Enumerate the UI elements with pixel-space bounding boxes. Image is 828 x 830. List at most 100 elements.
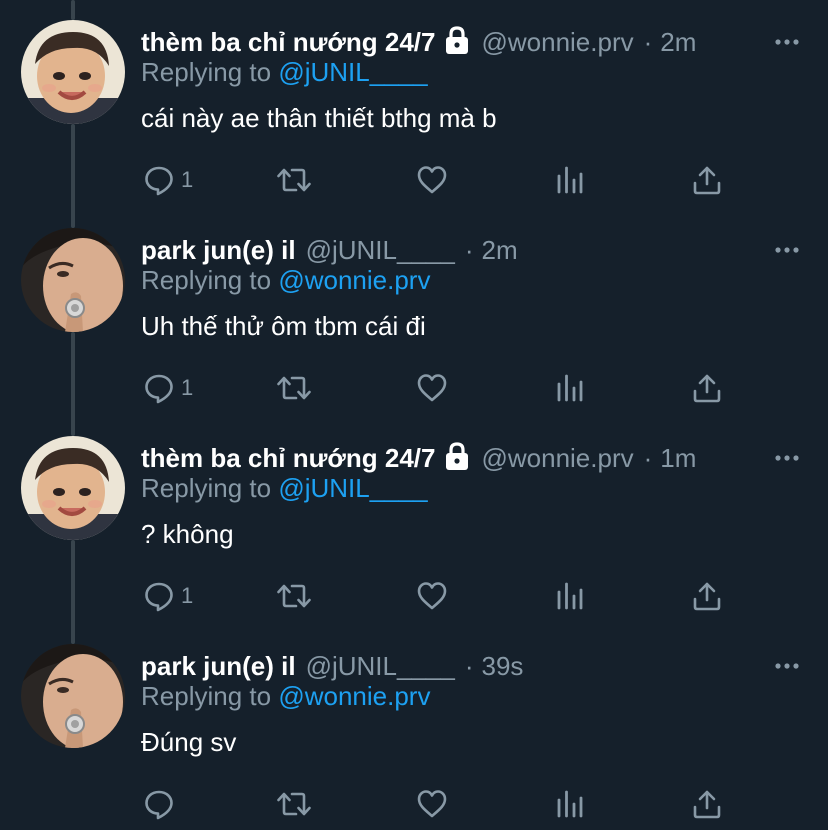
replying-to-line: Replying to @wonnie.prv (141, 681, 430, 712)
tweet-header: thèm ba chỉ nướng 24/7 @wonnie.prv · 2m (141, 22, 696, 62)
lock-icon (443, 441, 471, 471)
retweet-button[interactable] (276, 574, 312, 618)
more-options-icon[interactable] (774, 450, 800, 461)
analytics-button[interactable] (556, 574, 584, 618)
share-icon (693, 790, 721, 819)
reply-count: 1 (181, 375, 194, 400)
lock-icon (443, 25, 471, 55)
child-avatar-image (21, 20, 125, 124)
like-icon (417, 374, 447, 402)
share-button[interactable] (692, 158, 722, 202)
tweet-text: ? không (141, 519, 234, 549)
replying-to-line: Replying to @wonnie.prv (141, 265, 430, 296)
handle[interactable]: @jUNIL____ (306, 235, 455, 266)
tweet[interactable]: park jun(e) il @jUNIL____ · 2m Replying … (0, 208, 828, 416)
analytics-button[interactable] (556, 366, 584, 410)
retweet-icon (277, 168, 311, 192)
reply-button[interactable]: 1 (143, 574, 193, 618)
reply-icon (145, 790, 173, 820)
avatar[interactable] (21, 644, 125, 748)
handle[interactable]: @wonnie.prv (481, 443, 633, 474)
analytics-button[interactable] (556, 782, 584, 826)
retweet-button[interactable] (276, 782, 312, 826)
reply-icon (145, 166, 173, 196)
share-button[interactable] (692, 782, 722, 826)
share-icon (693, 582, 721, 611)
action-bar: 1 (0, 366, 828, 410)
display-name[interactable]: thèm ba chỉ nướng 24/7 (141, 443, 435, 474)
analytics-button[interactable] (556, 158, 584, 202)
retweet-icon (277, 792, 311, 816)
like-button[interactable] (416, 782, 448, 826)
replying-to-mention[interactable]: @wonnie.prv (278, 265, 430, 295)
avatar[interactable] (21, 228, 125, 332)
analytics-icon (557, 790, 583, 818)
tweet[interactable]: park jun(e) il @jUNIL____ · 39s Replying… (0, 624, 828, 830)
separator-dot: · (643, 442, 653, 473)
replying-to-label: Replying to (141, 57, 272, 87)
analytics-icon (557, 166, 583, 194)
man-avatar-image (21, 644, 125, 748)
analytics-icon (557, 582, 583, 610)
tweet[interactable]: thèm ba chỉ nướng 24/7 @wonnie.prv · 1m … (0, 416, 828, 624)
tweet-text: Đúng sv (141, 727, 237, 757)
replying-to-mention[interactable]: @wonnie.prv (278, 681, 430, 711)
reply-icon (145, 374, 173, 404)
avatar[interactable] (21, 20, 125, 124)
like-icon (417, 166, 447, 194)
tweet-text: Uh thế thử ôm tbm cái đi (141, 311, 426, 341)
replying-to-line: Replying to @jUNIL____ (141, 473, 428, 504)
like-button[interactable] (416, 574, 448, 618)
separator-dot: · (643, 26, 653, 57)
like-button[interactable] (416, 366, 448, 410)
replying-to-label: Replying to (141, 473, 272, 503)
action-bar (0, 782, 828, 826)
display-name[interactable]: park jun(e) il (141, 235, 296, 266)
like-button[interactable] (416, 158, 448, 202)
replying-to-mention[interactable]: @jUNIL____ (278, 473, 427, 503)
timestamp[interactable]: 1m (660, 443, 696, 474)
tweet-header: park jun(e) il @jUNIL____ · 2m (141, 230, 518, 270)
avatar[interactable] (21, 436, 125, 540)
tweet-text: cái này ae thân thiết bthg mà b (141, 103, 497, 133)
timestamp[interactable]: 2m (482, 235, 518, 266)
reply-button[interactable]: 1 (143, 366, 193, 410)
replying-to-mention[interactable]: @jUNIL____ (278, 57, 427, 87)
separator-dot: · (464, 234, 474, 265)
handle[interactable]: @jUNIL____ (306, 651, 455, 682)
man-avatar-image (21, 228, 125, 332)
retweet-button[interactable] (276, 366, 312, 410)
retweet-button[interactable] (276, 158, 312, 202)
reply-count: 1 (181, 167, 194, 192)
handle[interactable]: @wonnie.prv (481, 27, 633, 58)
replying-to-label: Replying to (141, 681, 272, 711)
reply-count: 1 (181, 583, 194, 608)
share-button[interactable] (692, 574, 722, 618)
tweet[interactable]: thèm ba chỉ nướng 24/7 @wonnie.prv · 2m … (0, 0, 828, 208)
separator-dot: · (464, 650, 474, 681)
more-options-icon[interactable] (774, 242, 800, 253)
reply-button[interactable]: 1 (143, 158, 193, 202)
retweet-icon (277, 376, 311, 400)
display-name[interactable]: park jun(e) il (141, 651, 296, 682)
timestamp[interactable]: 2m (660, 27, 696, 58)
reply-button[interactable] (143, 782, 181, 826)
tweet-thread: thèm ba chỉ nướng 24/7 @wonnie.prv · 2m … (0, 0, 828, 830)
more-options-icon[interactable] (774, 34, 800, 45)
display-name[interactable]: thèm ba chỉ nướng 24/7 (141, 27, 435, 58)
retweet-icon (277, 584, 311, 608)
reply-icon (145, 582, 173, 612)
analytics-icon (557, 374, 583, 402)
child-avatar-image (21, 436, 125, 540)
action-bar: 1 (0, 158, 828, 202)
replying-to-line: Replying to @jUNIL____ (141, 57, 428, 88)
tweet-header: park jun(e) il @jUNIL____ · 39s (141, 646, 523, 686)
action-bar: 1 (0, 574, 828, 618)
share-icon (693, 166, 721, 195)
share-icon (693, 374, 721, 403)
more-options-icon[interactable] (774, 658, 800, 669)
like-icon (417, 582, 447, 610)
timestamp[interactable]: 39s (482, 651, 524, 682)
replying-to-label: Replying to (141, 265, 272, 295)
share-button[interactable] (692, 366, 722, 410)
